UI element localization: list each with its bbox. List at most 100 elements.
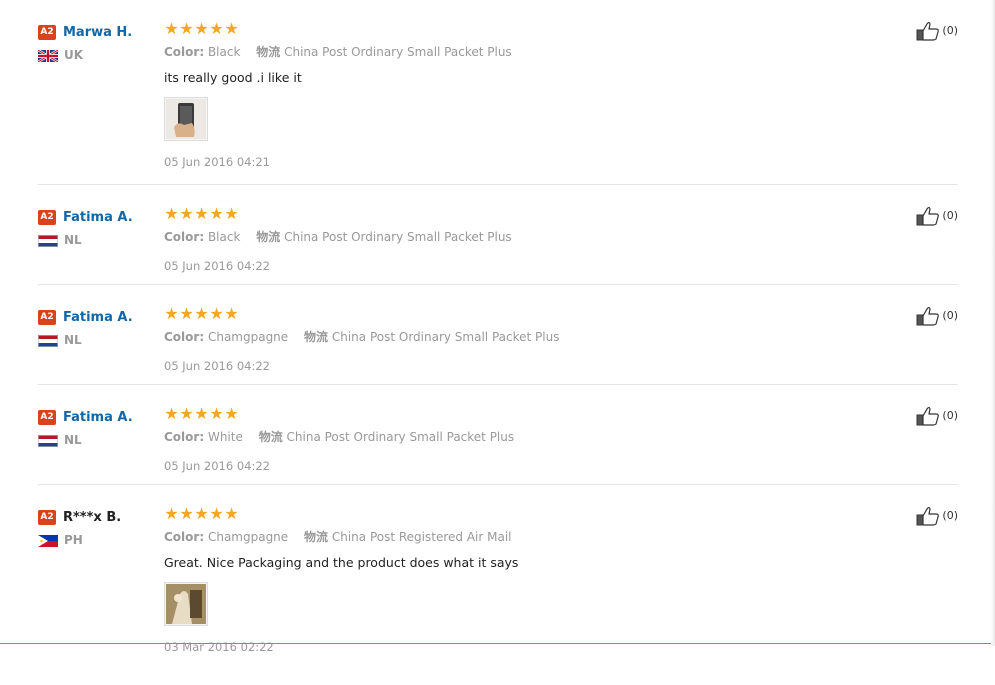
review-content: ★★★★★ Color: Chamgpagne 物流 China Post Re… bbox=[164, 506, 864, 654]
color-label: Color: bbox=[164, 530, 205, 544]
reviewer-country: NL bbox=[38, 233, 158, 247]
star-icon: ★ bbox=[194, 504, 209, 523]
review-list: A2 Marwa H. UK ★★★★★ Color: Black 物流 Chi… bbox=[38, 0, 958, 685]
star-icon: ★ bbox=[194, 304, 209, 323]
helpful-button[interactable]: (0) bbox=[916, 306, 958, 326]
star-icon: ★ bbox=[194, 19, 209, 38]
shipping-label: 物流 bbox=[304, 330, 329, 344]
level-badge: A2 bbox=[38, 210, 56, 225]
nl-flag-icon bbox=[38, 234, 58, 247]
color-value: Chamgpagne bbox=[207, 330, 289, 344]
shipping-label: 物流 bbox=[258, 430, 283, 444]
reviewer-info: A2 Fatima A. NL bbox=[38, 207, 158, 247]
review-content: ★★★★★ Color: White 物流 China Post Ordinar… bbox=[164, 406, 864, 474]
country-code: NL bbox=[64, 233, 82, 247]
star-icon: ★ bbox=[209, 19, 224, 38]
reviewer-name[interactable]: Fatima A. bbox=[63, 410, 133, 425]
star-icon: ★ bbox=[209, 204, 224, 223]
window-right-edge bbox=[991, 0, 995, 646]
shipping-label: 物流 bbox=[304, 530, 329, 544]
helpful-button[interactable]: (0) bbox=[916, 506, 958, 526]
order-info: Color: White 物流 China Post Ordinary Smal… bbox=[164, 428, 864, 445]
review-text: its really good .i like it bbox=[164, 70, 302, 85]
thumbs-up-icon bbox=[916, 306, 940, 326]
reviewer-info: A2 Marwa H. UK bbox=[38, 22, 158, 62]
star-icon: ★ bbox=[179, 504, 194, 523]
nl-flag-icon bbox=[38, 434, 58, 447]
color-value: Black bbox=[207, 45, 241, 59]
helpful-button[interactable]: (0) bbox=[916, 406, 958, 426]
level-badge: A2 bbox=[38, 25, 56, 40]
shipping-value: China Post Ordinary Small Packet Plus bbox=[284, 230, 512, 244]
review-content: ★★★★★ Color: Chamgpagne 物流 China Post Or… bbox=[164, 306, 864, 374]
review-item: A2 Fatima A. NL ★★★★★ Color: Black 物流 Ch… bbox=[38, 185, 958, 285]
review-content: ★★★★★ Color: Black 物流 China Post Ordinar… bbox=[164, 21, 864, 169]
thumbs-up-icon bbox=[916, 21, 940, 41]
shipping-value: China Post Registered Air Mail bbox=[331, 530, 512, 544]
reviewer-info: A2 Fatima A. NL bbox=[38, 407, 158, 447]
reviewer-name[interactable]: Fatima A. bbox=[63, 210, 133, 225]
color-label: Color: bbox=[164, 330, 205, 344]
star-icon: ★ bbox=[194, 404, 209, 423]
review-item: A2 Marwa H. UK ★★★★★ Color: Black 物流 Chi… bbox=[38, 0, 958, 185]
level-badge: A2 bbox=[38, 310, 56, 325]
thumbs-up-icon bbox=[916, 406, 940, 426]
star-icon: ★ bbox=[209, 504, 224, 523]
star-icon: ★ bbox=[209, 304, 224, 323]
gb-flag-icon bbox=[38, 49, 58, 62]
shipping-value: China Post Ordinary Small Packet Plus bbox=[286, 430, 515, 444]
helpful-count: (0) bbox=[942, 209, 958, 222]
level-badge: A2 bbox=[38, 510, 56, 525]
reviewer-name[interactable]: Marwa H. bbox=[63, 25, 132, 40]
star-rating: ★★★★★ bbox=[164, 406, 864, 422]
star-rating: ★★★★★ bbox=[164, 21, 864, 37]
star-icon: ★ bbox=[179, 204, 194, 223]
reviewer-country: PH bbox=[38, 533, 158, 547]
star-icon: ★ bbox=[179, 404, 194, 423]
order-info: Color: Chamgpagne 物流 China Post Register… bbox=[164, 528, 864, 545]
reviewer-country: UK bbox=[38, 48, 158, 62]
star-icon: ★ bbox=[164, 504, 179, 523]
star-icon: ★ bbox=[224, 504, 239, 523]
thumbs-up-icon bbox=[916, 506, 940, 526]
star-icon: ★ bbox=[209, 404, 224, 423]
helpful-count: (0) bbox=[942, 24, 958, 37]
star-rating: ★★★★★ bbox=[164, 306, 864, 322]
star-rating: ★★★★★ bbox=[164, 506, 864, 522]
shipping-value: China Post Ordinary Small Packet Plus bbox=[331, 330, 560, 344]
helpful-button[interactable]: (0) bbox=[916, 21, 958, 41]
review-content: ★★★★★ Color: Black 物流 China Post Ordinar… bbox=[164, 204, 864, 274]
color-label: Color: bbox=[164, 430, 205, 444]
reviewer-country: NL bbox=[38, 433, 158, 447]
review-photo-thumbnail[interactable] bbox=[164, 97, 208, 141]
star-icon: ★ bbox=[224, 19, 239, 38]
country-code: NL bbox=[64, 333, 82, 347]
helpful-count: (0) bbox=[942, 409, 958, 422]
shipping-label: 物流 bbox=[256, 45, 281, 59]
color-label: Color: bbox=[164, 45, 205, 59]
shipping-value: China Post Ordinary Small Packet Plus bbox=[284, 45, 512, 59]
star-icon: ★ bbox=[164, 19, 179, 38]
order-info: Color: Black 物流 China Post Ordinary Smal… bbox=[164, 43, 864, 60]
review-date: 05 Jun 2016 04:21 bbox=[164, 155, 270, 169]
review-date: 05 Jun 2016 04:22 bbox=[164, 359, 270, 373]
thumbs-up-icon bbox=[916, 206, 940, 226]
nl-flag-icon bbox=[38, 334, 58, 347]
star-icon: ★ bbox=[179, 19, 194, 38]
reviewer-name[interactable]: Fatima A. bbox=[63, 310, 133, 325]
color-label: Color: bbox=[164, 230, 205, 244]
review-item: A2 Fatima A. NL ★★★★★ Color: White 物流 Ch… bbox=[38, 385, 958, 485]
star-icon: ★ bbox=[164, 404, 179, 423]
star-icon: ★ bbox=[224, 304, 239, 323]
order-info: Color: Black 物流 China Post Ordinary Smal… bbox=[164, 228, 864, 245]
review-photo-thumbnail[interactable] bbox=[164, 582, 208, 626]
country-code: UK bbox=[64, 48, 84, 62]
helpful-button[interactable]: (0) bbox=[916, 206, 958, 226]
helpful-count: (0) bbox=[942, 309, 958, 322]
review-item: A2 Fatima A. NL ★★★★★ Color: Chamgpagne bbox=[38, 285, 958, 385]
reviewer-country: NL bbox=[38, 333, 158, 347]
review-text: Great. Nice Packaging and the product do… bbox=[164, 555, 519, 570]
review-date: 05 Jun 2016 04:22 bbox=[164, 459, 270, 473]
star-icon: ★ bbox=[194, 204, 209, 223]
star-icon: ★ bbox=[224, 204, 239, 223]
